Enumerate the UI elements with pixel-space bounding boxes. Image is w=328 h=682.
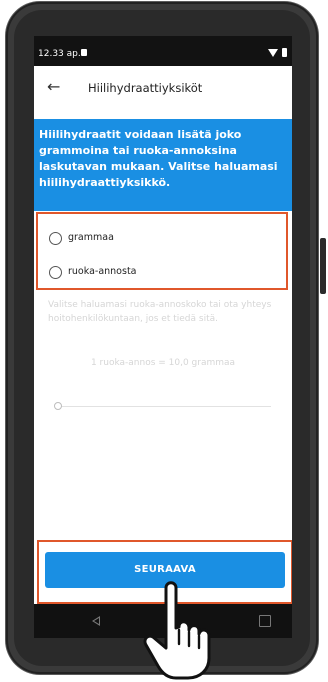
phone-side-button <box>320 238 326 294</box>
notification-icon <box>81 49 87 56</box>
battery-icon <box>282 48 287 57</box>
portion-slider-handle[interactable] <box>54 402 62 410</box>
unit-options-group: grammaa ruoka-annosta <box>36 212 288 290</box>
page-title: Hiilihydraattiyksiköt <box>88 81 203 95</box>
intro-text: Hiilihydraatit voidaan lisätä joko gramm… <box>39 128 278 189</box>
nav-recents-icon[interactable] <box>259 615 271 627</box>
app-bar: ← Hiilihydraattiyksiköt <box>34 66 292 110</box>
hint-text: Valitse haluamasi ruoka-annoskoko tai ot… <box>48 300 272 324</box>
intro-banner: Hiilihydraatit voidaan lisätä joko gramm… <box>34 119 292 211</box>
ratio-text: 1 ruoka-annos = 10,0 grammaa <box>90 358 236 368</box>
radio-icon[interactable] <box>49 232 62 245</box>
arrow-left-icon[interactable]: ← <box>47 77 60 96</box>
status-bar: 12.33 ap. <box>34 36 292 66</box>
option-label: grammaa <box>68 232 114 243</box>
status-time: 12.33 ap. <box>38 49 81 59</box>
option-label: ruoka-annosta <box>68 266 137 277</box>
radio-icon[interactable] <box>49 266 62 279</box>
phone-screen: 12.33 ap. ← Hiilihydraattiyksiköt Hiilih… <box>34 36 292 638</box>
nav-back-icon[interactable] <box>92 616 100 626</box>
hand-pointer-icon <box>143 581 211 680</box>
portion-slider-track[interactable] <box>56 406 271 407</box>
wifi-icon <box>268 49 278 57</box>
